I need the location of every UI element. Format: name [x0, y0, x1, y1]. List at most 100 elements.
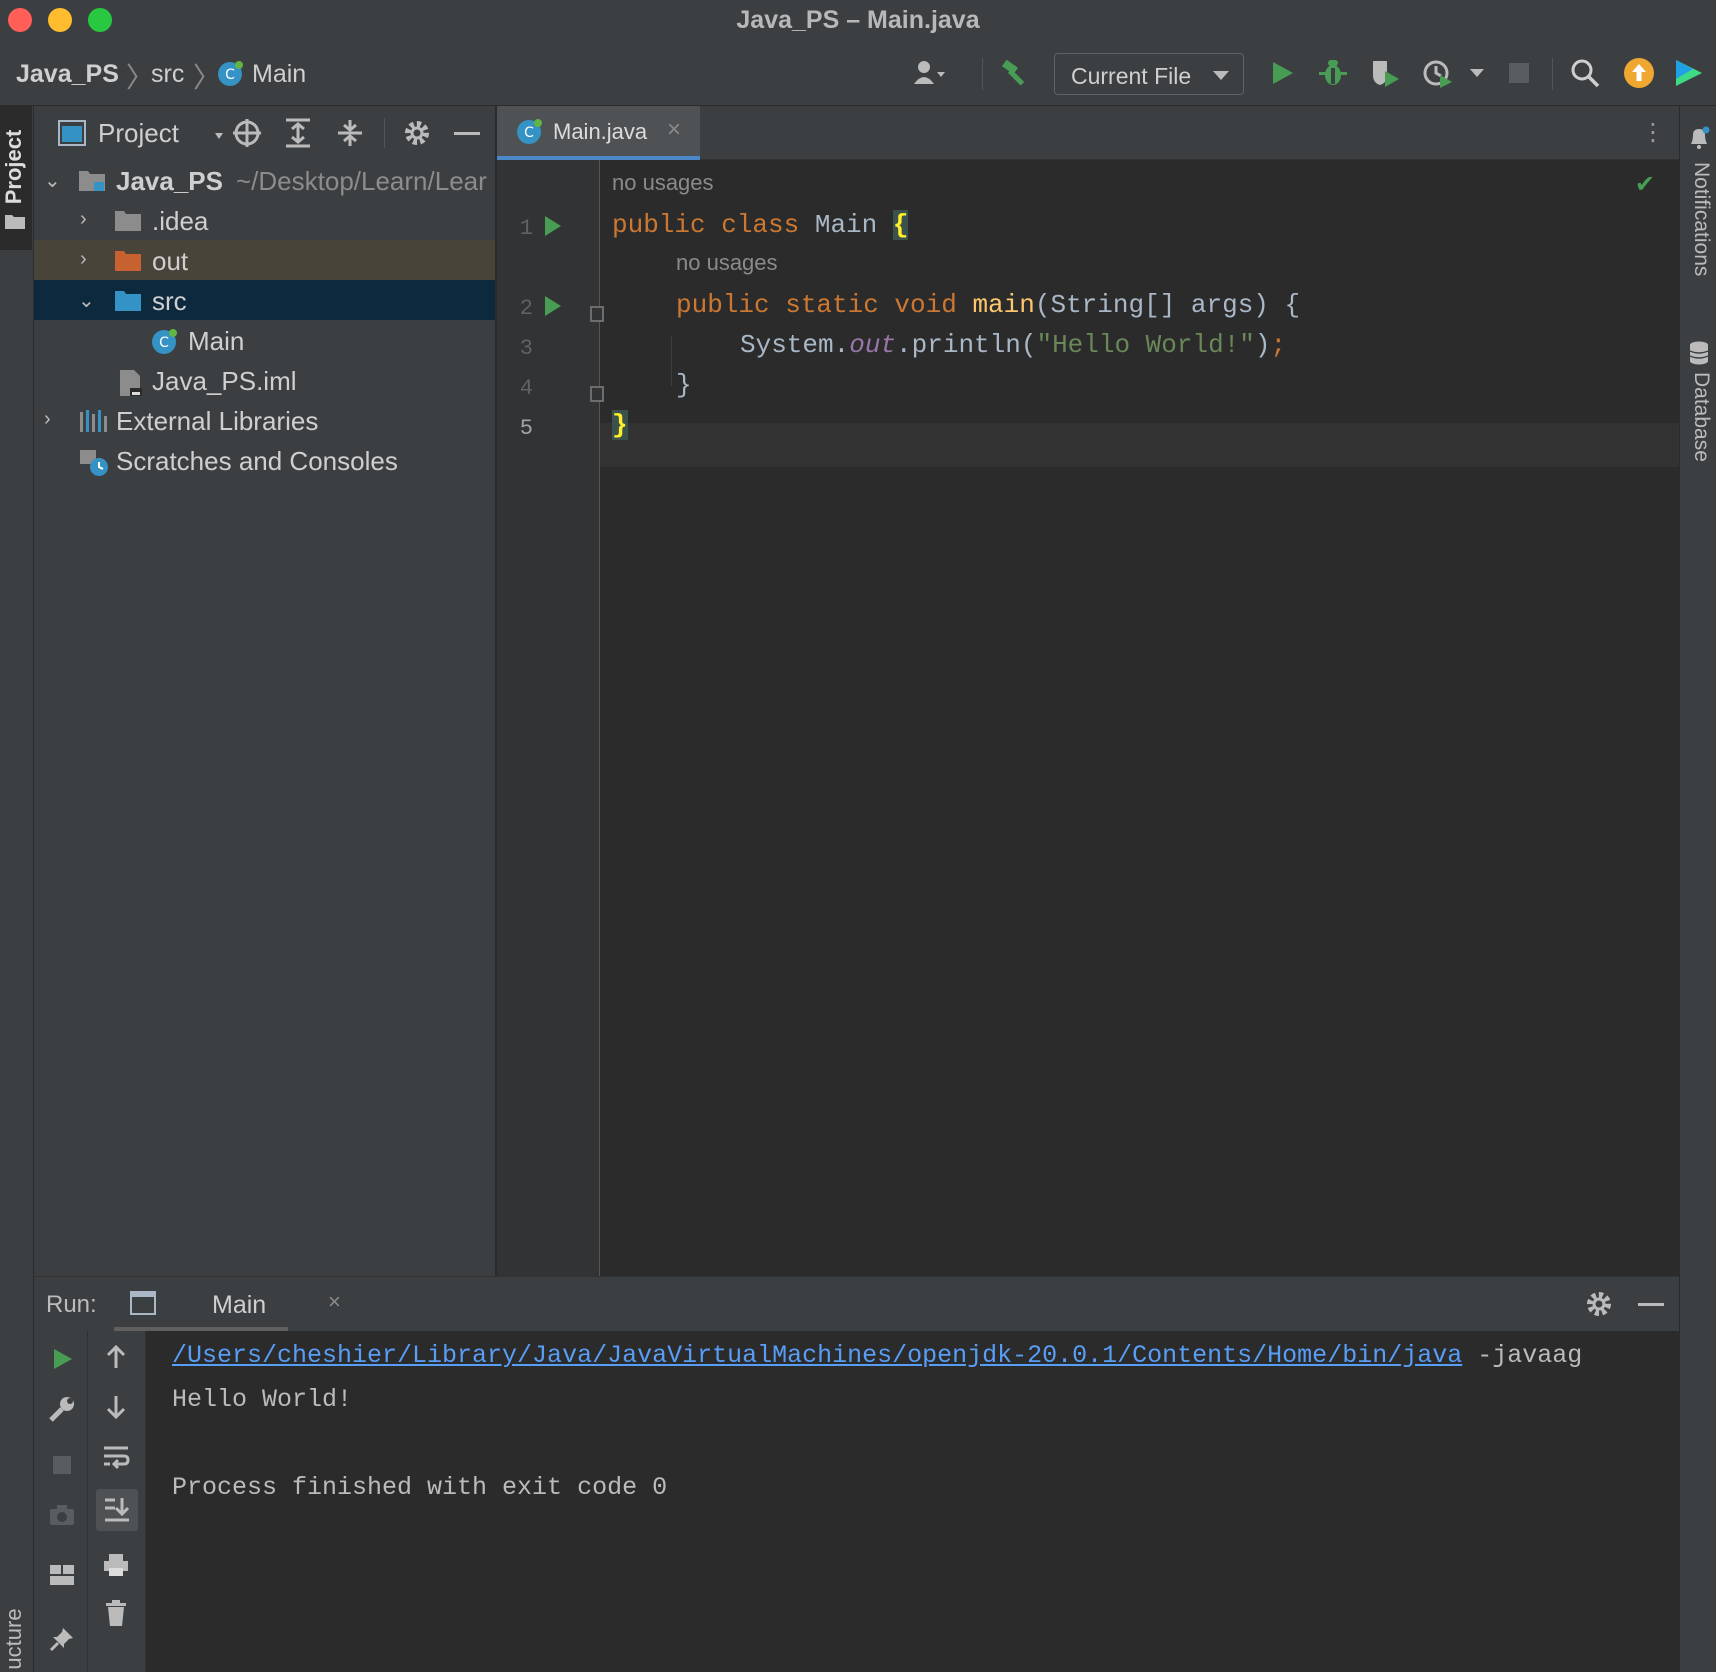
minimize-icon[interactable]	[1638, 1303, 1664, 1306]
run-tab-label: Main	[212, 1291, 267, 1319]
tree-item-external-libraries[interactable]: › External Libraries	[34, 400, 495, 440]
code-editor[interactable]: 1 2 3 4 5 no usages public class Main { …	[497, 160, 1679, 1276]
collapse-all-icon[interactable]	[336, 118, 364, 153]
breadcrumb-file[interactable]: Main	[252, 60, 306, 89]
console-exit-line: Process finished with exit code 0	[172, 1473, 668, 1502]
coverage-icon[interactable]	[1368, 56, 1402, 90]
database-icon[interactable]	[1688, 340, 1710, 371]
structure-tool-window-button[interactable]: ucture	[1, 1579, 27, 1672]
jetbrains-toolbox-icon[interactable]	[1672, 56, 1706, 90]
tree-item-label: Scratches and Consoles	[116, 446, 398, 476]
run-gutter-icon[interactable]	[545, 296, 561, 316]
code-line-3: System.out.println("Hello World!");	[740, 330, 1287, 360]
gutter-separator	[599, 160, 600, 1276]
fold-icon[interactable]	[590, 386, 604, 402]
tree-item-main[interactable]: C Main	[34, 320, 495, 360]
close-icon[interactable]: ×	[667, 116, 681, 144]
run-tab-main[interactable]: Main ×	[114, 1277, 341, 1331]
build-hammer-icon[interactable]	[998, 56, 1032, 90]
locate-file-icon[interactable]	[232, 118, 262, 153]
tree-item-iml[interactable]: Java_PS.iml	[34, 360, 495, 403]
minimize-icon[interactable]	[454, 132, 480, 135]
chevron-right-icon[interactable]: ›	[80, 208, 87, 231]
run-configuration-label: Current File	[1071, 63, 1192, 89]
stop-icon[interactable]	[1502, 56, 1536, 90]
camera-icon[interactable]	[46, 1499, 78, 1531]
chevron-down-icon[interactable]: ⌄	[78, 288, 95, 313]
navigation-toolbar: Java_PS 〉 src 〉 C Main Current File	[0, 40, 1716, 106]
console-args: -javaag	[1462, 1341, 1583, 1370]
debug-icon[interactable]	[1316, 56, 1350, 90]
run-icon[interactable]	[1265, 56, 1299, 90]
console-output[interactable]: /Users/cheshier/Library/Java/JavaVirtual…	[172, 1331, 1672, 1672]
java-executable-link[interactable]: /Users/cheshier/Library/Java/JavaVirtual…	[172, 1341, 1462, 1370]
code-line-5: }	[612, 410, 628, 440]
console-output-line: Hello World!	[172, 1385, 353, 1414]
usages-inlay-hint[interactable]: no usages	[612, 170, 714, 196]
print-icon[interactable]	[100, 1549, 132, 1581]
run-gutter-icon[interactable]	[545, 216, 561, 236]
scroll-to-end-icon[interactable]	[96, 1489, 138, 1531]
more-vertical-icon[interactable]: ⋮	[1641, 118, 1665, 147]
pin-icon[interactable]	[46, 1623, 78, 1655]
project-tool-window-button[interactable]: Project	[0, 106, 32, 250]
usages-inlay-hint[interactable]: no usages	[676, 250, 778, 276]
tree-item-project-root[interactable]: ⌄ Java_PS ~/Desktop/Learn/Lear	[34, 160, 495, 200]
update-icon[interactable]	[1622, 56, 1656, 90]
bell-icon[interactable]	[1688, 126, 1710, 155]
arrow-up-icon[interactable]	[100, 1341, 132, 1373]
tree-item-out[interactable]: › out	[34, 240, 495, 280]
user-icon[interactable]	[912, 56, 946, 90]
rerun-icon[interactable]	[46, 1343, 78, 1375]
chevron-down-icon[interactable]	[1460, 56, 1494, 90]
run-configuration-select[interactable]: Current File	[1054, 53, 1244, 95]
profile-icon[interactable]	[1422, 56, 1456, 90]
layout-icon[interactable]	[46, 1559, 78, 1591]
java-class-icon: C	[216, 60, 244, 93]
module-file-icon	[118, 368, 144, 403]
chevron-down-icon[interactable]: ⌄	[44, 168, 61, 193]
run-tools-column	[34, 1331, 88, 1672]
tree-item-label: Java_PS.iml	[152, 366, 297, 396]
soft-wrap-icon[interactable]	[100, 1441, 132, 1473]
tree-item-idea[interactable]: › .idea	[34, 200, 495, 240]
project-view-selector[interactable]: Project	[98, 118, 179, 149]
svg-text:C: C	[524, 125, 534, 141]
breadcrumb-separator: 〉	[126, 62, 155, 93]
chevron-right-icon[interactable]: ›	[80, 248, 87, 271]
project-view-icon	[58, 120, 86, 151]
chevron-right-icon[interactable]: ›	[44, 408, 51, 431]
gear-icon[interactable]	[402, 118, 432, 153]
wrench-icon[interactable]	[46, 1393, 78, 1425]
stop-icon[interactable]	[46, 1449, 78, 1481]
tree-item-scratches[interactable]: Scratches and Consoles	[34, 440, 495, 480]
right-tool-stripe: Notifications Database	[1679, 106, 1716, 1672]
trash-icon[interactable]	[100, 1597, 132, 1629]
source-folder-icon	[114, 288, 142, 317]
breadcrumb-project[interactable]: Java_PS	[16, 60, 119, 89]
tree-item-src[interactable]: ⌄ src	[34, 280, 495, 320]
search-icon[interactable]	[1568, 56, 1602, 90]
chevron-down-icon[interactable]	[214, 128, 224, 146]
folder-icon	[4, 212, 26, 235]
title-bar: Java_PS – Main.java	[0, 0, 1716, 40]
excluded-folder-icon	[114, 248, 142, 277]
expand-all-icon[interactable]	[284, 118, 312, 153]
notifications-tool-window-button[interactable]: Notifications	[1689, 162, 1713, 276]
fold-icon[interactable]	[590, 306, 604, 322]
svg-text:C: C	[225, 67, 235, 83]
tab-main-java[interactable]: C Main.java ×	[497, 106, 700, 160]
gear-icon[interactable]	[1584, 1289, 1614, 1324]
tree-item-label: External Libraries	[116, 406, 319, 436]
checkmark-icon[interactable]: ✔	[1635, 170, 1655, 199]
line-number: 4	[519, 376, 533, 401]
folder-icon	[114, 208, 142, 237]
close-icon[interactable]: ×	[328, 1289, 341, 1315]
arrow-down-icon[interactable]	[100, 1391, 132, 1423]
header-divider	[384, 118, 385, 148]
run-panel-header: Run: Main ×	[34, 1277, 1679, 1331]
database-tool-window-button[interactable]: Database	[1689, 372, 1713, 462]
toolbar-divider	[982, 58, 983, 90]
run-panel-label: Run:	[46, 1291, 97, 1318]
breadcrumb-folder[interactable]: src	[151, 60, 184, 89]
